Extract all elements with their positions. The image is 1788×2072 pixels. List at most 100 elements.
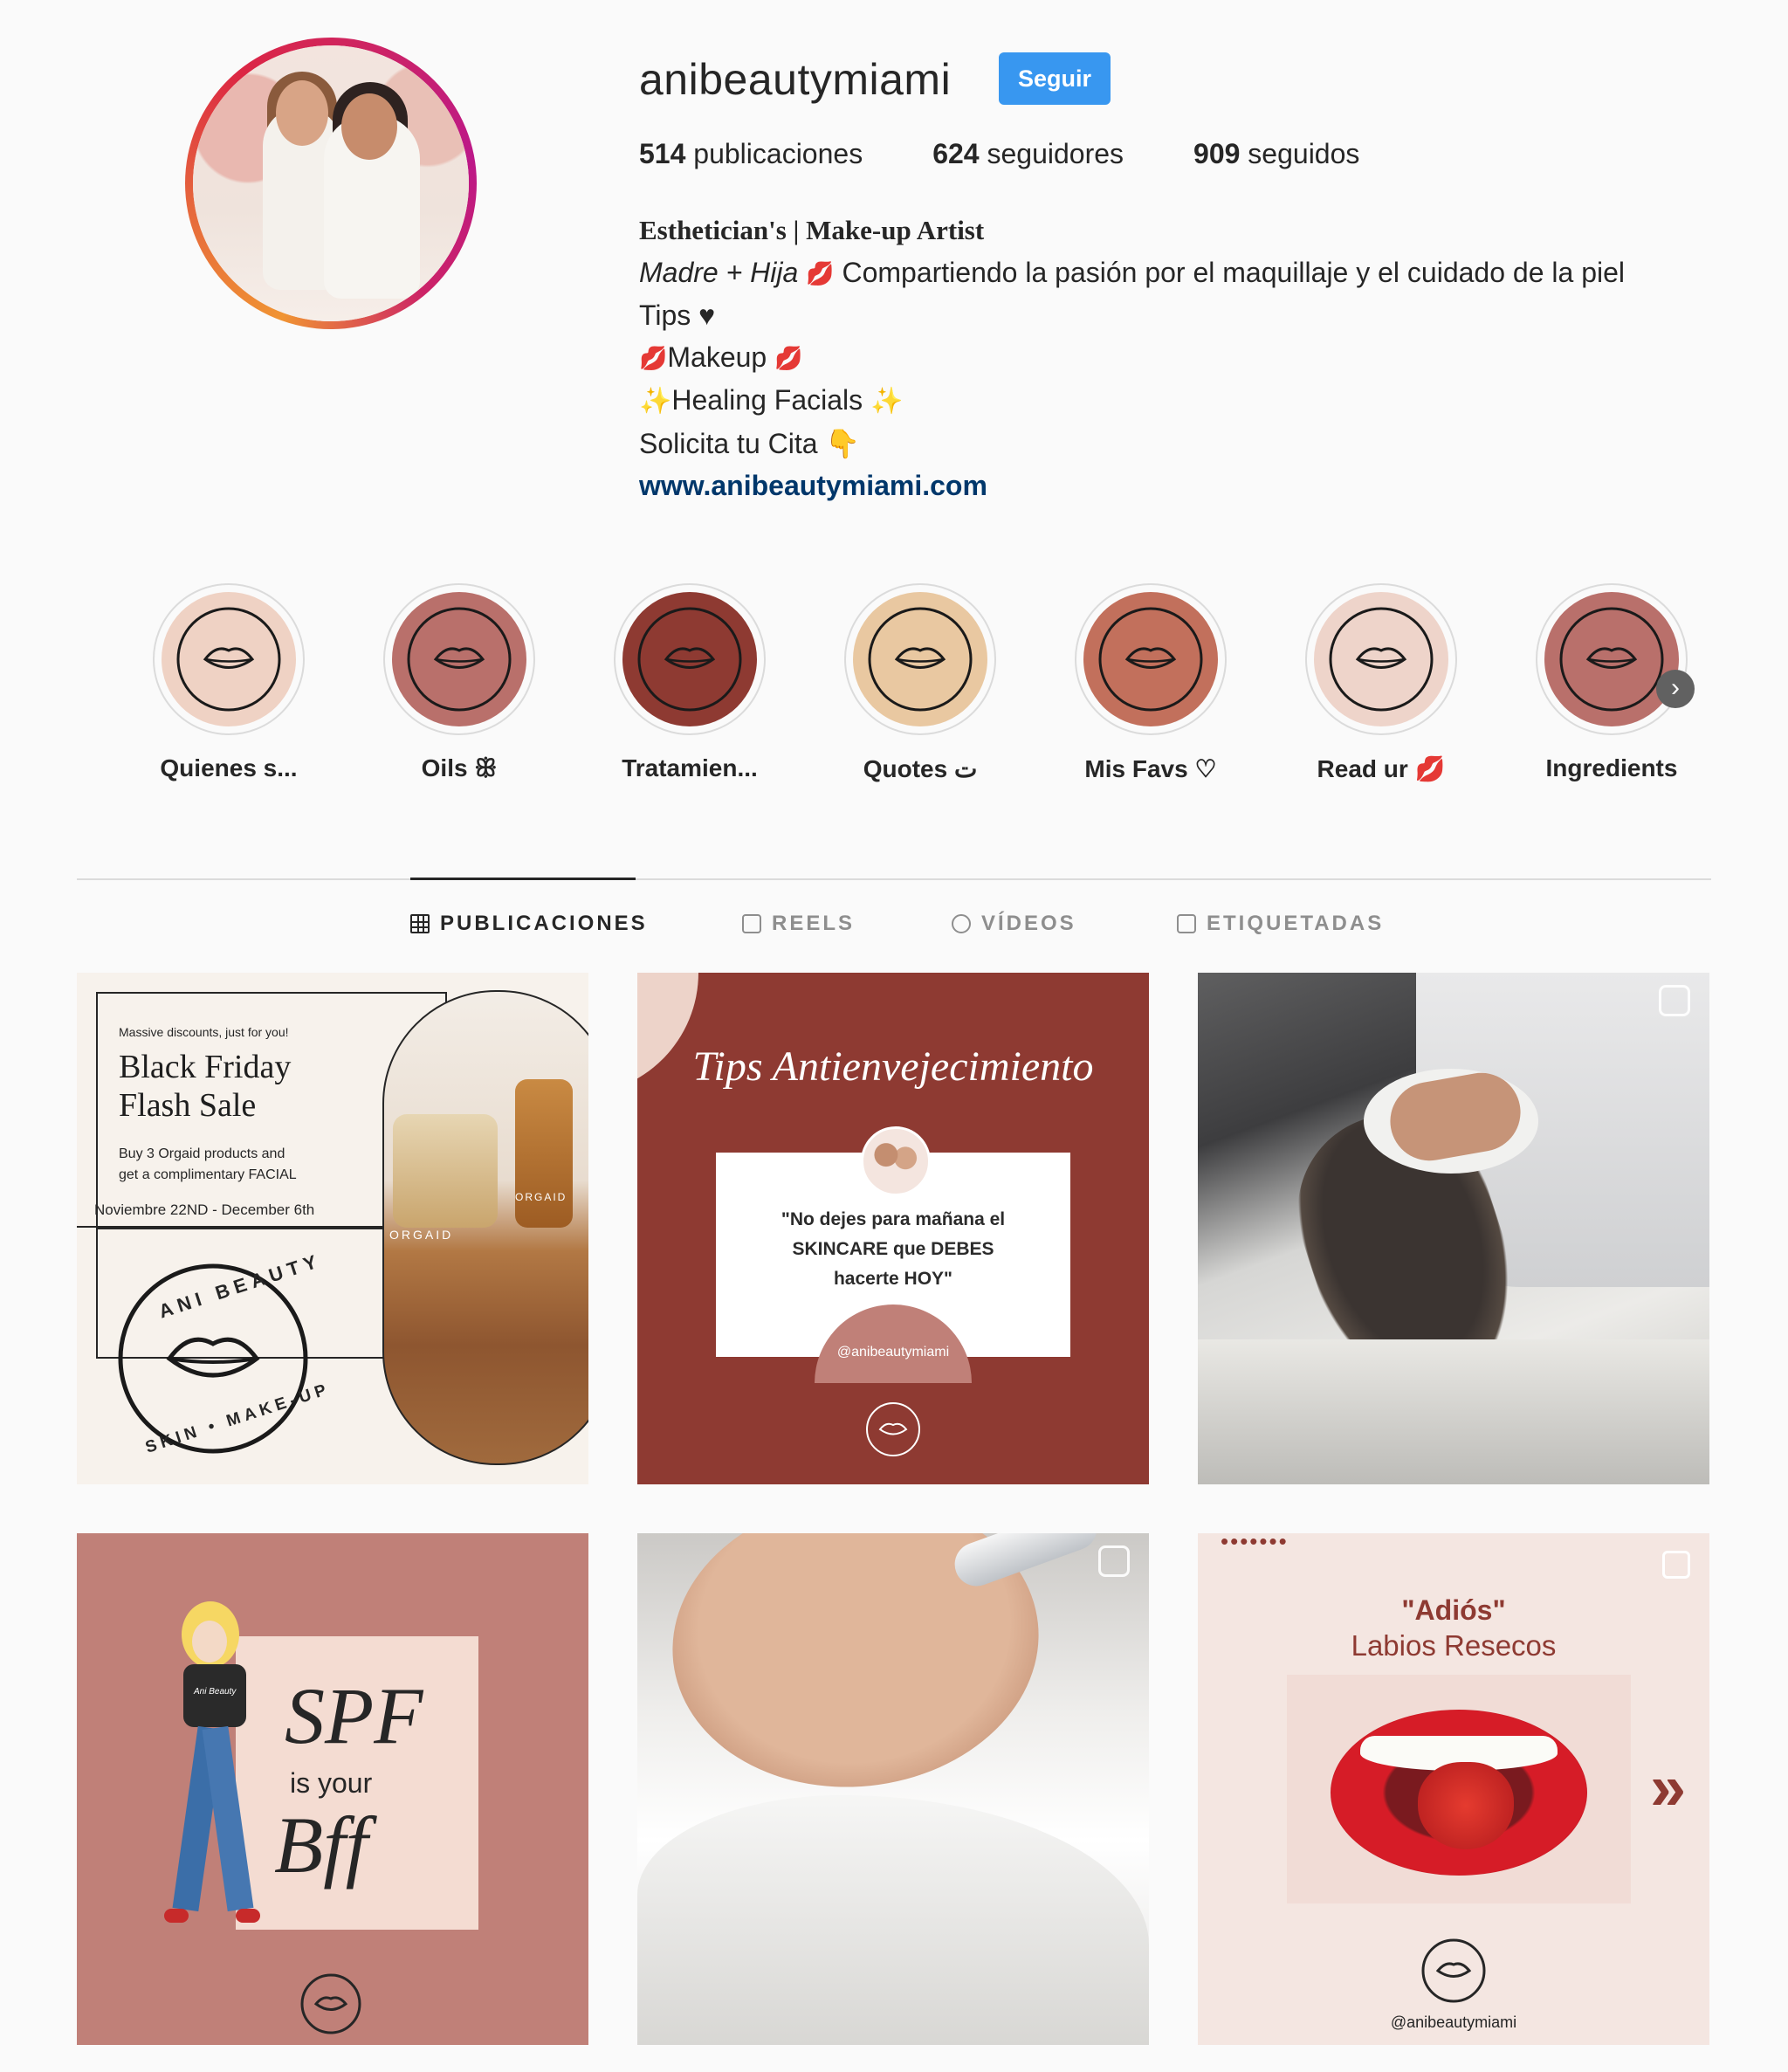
post-1-dates: Noviembre 22ND - December 6th — [94, 1201, 315, 1218]
story-highlight[interactable]: Mis Favs ♡ — [1063, 583, 1238, 783]
lips-icon: 💋 — [806, 260, 835, 286]
ani-beauty-logo — [1098, 607, 1203, 712]
post-microcurrent-treatment[interactable] — [637, 1533, 1149, 2045]
tabs-divider — [77, 878, 1711, 880]
spf-text: SPF — [285, 1671, 423, 1760]
bio-website-link[interactable]: www.anibeautymiami.com — [639, 470, 987, 501]
sparkles-icon: ✨ — [870, 387, 904, 416]
post-1-title-1: Black Friday — [119, 1049, 292, 1085]
post-1-tagline: Massive discounts, just for you! — [119, 1025, 289, 1039]
post-facial-treatment[interactable] — [1198, 973, 1709, 1484]
grid-icon — [410, 914, 430, 933]
product-photo-arch: ORGAID ORGAID — [382, 990, 588, 1465]
adios-title: "Adiós" — [1401, 1594, 1506, 1626]
following-label: seguidos — [1248, 138, 1360, 169]
ani-beauty-logo — [407, 607, 512, 712]
ani-beauty-logo — [1559, 607, 1664, 712]
strawberry — [1418, 1762, 1514, 1849]
highlight-cover — [1083, 592, 1218, 726]
profile-bio: Esthetician's | Make-up Artist Madre + H… — [639, 210, 1625, 506]
lips-photo — [1287, 1675, 1631, 1903]
bff-text: Bff — [274, 1800, 368, 1890]
video-icon — [952, 914, 971, 933]
tagged-icon — [1177, 914, 1196, 933]
bio-line-2: Tips ♥ — [639, 299, 716, 331]
towel — [1198, 1339, 1709, 1484]
quote-line-1: "No dejes para mañana el — [781, 1209, 1006, 1229]
tab-reels[interactable]: REELS — [742, 912, 855, 936]
highlight-ring — [1075, 583, 1227, 735]
bio-name: Esthetician's | Make-up Artist — [639, 215, 985, 245]
highlight-label: Tratamien... — [622, 754, 758, 781]
highlight-cover — [622, 592, 757, 726]
orgaid-jar — [393, 1114, 498, 1228]
profile-avatar[interactable] — [185, 38, 477, 329]
quote-line-3: hacerte HOY" — [833, 1269, 952, 1289]
sparkles-icon: ✨ — [639, 387, 672, 416]
story-highlight[interactable]: Oils ꕥ — [372, 583, 547, 783]
avatar-photo — [193, 45, 469, 321]
highlight-ring — [383, 583, 535, 735]
following-count: 909 — [1193, 138, 1241, 169]
highlight-cover — [1544, 592, 1679, 726]
active-tab-indicator — [410, 878, 636, 880]
stat-following[interactable]: 909 seguidos — [1193, 138, 1359, 170]
orgaid-bottle — [515, 1079, 573, 1228]
bio-line-4: ✨Healing Facials ✨ — [639, 379, 1625, 423]
ani-beauty-logo-small — [866, 1402, 920, 1456]
profile-stats: 514 publicaciones 624 seguidores 909 seg… — [639, 138, 1429, 170]
post-6-handle: @anibeautymiami — [1390, 2013, 1517, 2031]
followers-label: seguidores — [987, 138, 1124, 169]
adios-subtitle: Labios Resecos — [1351, 1629, 1557, 1662]
ani-beauty-logo — [868, 607, 973, 712]
tab-publicaciones[interactable]: PUBLICACIONES — [410, 912, 648, 936]
ani-beauty-logo-small — [300, 1973, 361, 2034]
highlight-ring — [844, 583, 996, 735]
lips-icon: 💋 — [639, 345, 668, 371]
highlight-cover — [162, 592, 296, 726]
story-highlight[interactable]: Read ur 💋 — [1294, 583, 1468, 783]
highlight-label: Oils ꕥ — [421, 754, 498, 781]
bio-line-5: Solicita tu Cita 👇 — [639, 428, 861, 459]
highlight-label: Quienes s... — [160, 754, 298, 781]
highlight-label: Quotes ت — [863, 755, 978, 782]
ani-beauty-logo — [1329, 607, 1434, 712]
post-2-handle: @anibeautymiami — [836, 1345, 950, 1360]
girl-face — [192, 1621, 227, 1662]
highlight-label: Read ur 💋 — [1317, 755, 1446, 782]
post-1-body-2: get a complimentary FACIAL — [119, 1167, 297, 1182]
reels-icon — [742, 914, 761, 933]
tab-videos[interactable]: VÍDEOS — [952, 912, 1076, 936]
highlight-cover — [1314, 592, 1448, 726]
pointing-down-icon: 👇 — [825, 428, 861, 459]
posts-count: 514 — [639, 138, 686, 169]
story-highlight[interactable]: Quotes ت — [833, 583, 1007, 783]
double-arrow-icon: » — [1650, 1751, 1687, 1823]
highlight-ring — [1536, 583, 1688, 735]
carousel-icon — [1662, 1551, 1690, 1579]
post-adios-labios-resecos[interactable]: ••••••• "Adiós" Labios Resecos » @anibea… — [1198, 1533, 1709, 2045]
tab-etiquetadas[interactable]: ETIQUETADAS — [1177, 912, 1384, 936]
followers-count: 624 — [932, 138, 980, 169]
profile-username: anibeautymiami — [639, 55, 952, 104]
ani-beauty-logo-small — [1421, 1938, 1486, 2003]
highlight-label: Mis Favs ♡ — [1084, 755, 1217, 782]
ani-beauty-logo — [637, 607, 742, 712]
posts-label: publicaciones — [693, 138, 863, 169]
highlights-next-button[interactable]: › — [1656, 670, 1695, 708]
stat-posts: 514 publicaciones — [639, 138, 863, 170]
post-black-friday[interactable]: Massive discounts, just for you! Black F… — [77, 973, 588, 1484]
post-tips-antienvejecimiento[interactable]: Tips Antienvejecimiento "No dejes para m… — [637, 973, 1149, 1484]
quote-avatar — [861, 1126, 931, 1196]
highlight-label: Ingredients — [1545, 754, 1678, 781]
story-highlight[interactable]: Quienes s... — [141, 583, 316, 782]
story-highlight[interactable]: Tratamien... — [602, 583, 777, 782]
stat-followers[interactable]: 624 seguidores — [932, 138, 1124, 170]
post-spf-bff[interactable]: Ani Beauty SPF is your Bff — [77, 1533, 588, 2045]
quote-line-2: SKINCARE que DEBES — [792, 1239, 994, 1259]
post-1-title-2: Flash Sale — [119, 1087, 257, 1124]
lips-icon: 💋 — [774, 345, 803, 371]
decor-dots: ••••••• — [1221, 1533, 1289, 1554]
follow-button[interactable]: Seguir — [999, 52, 1111, 105]
highlight-ring — [1305, 583, 1457, 735]
